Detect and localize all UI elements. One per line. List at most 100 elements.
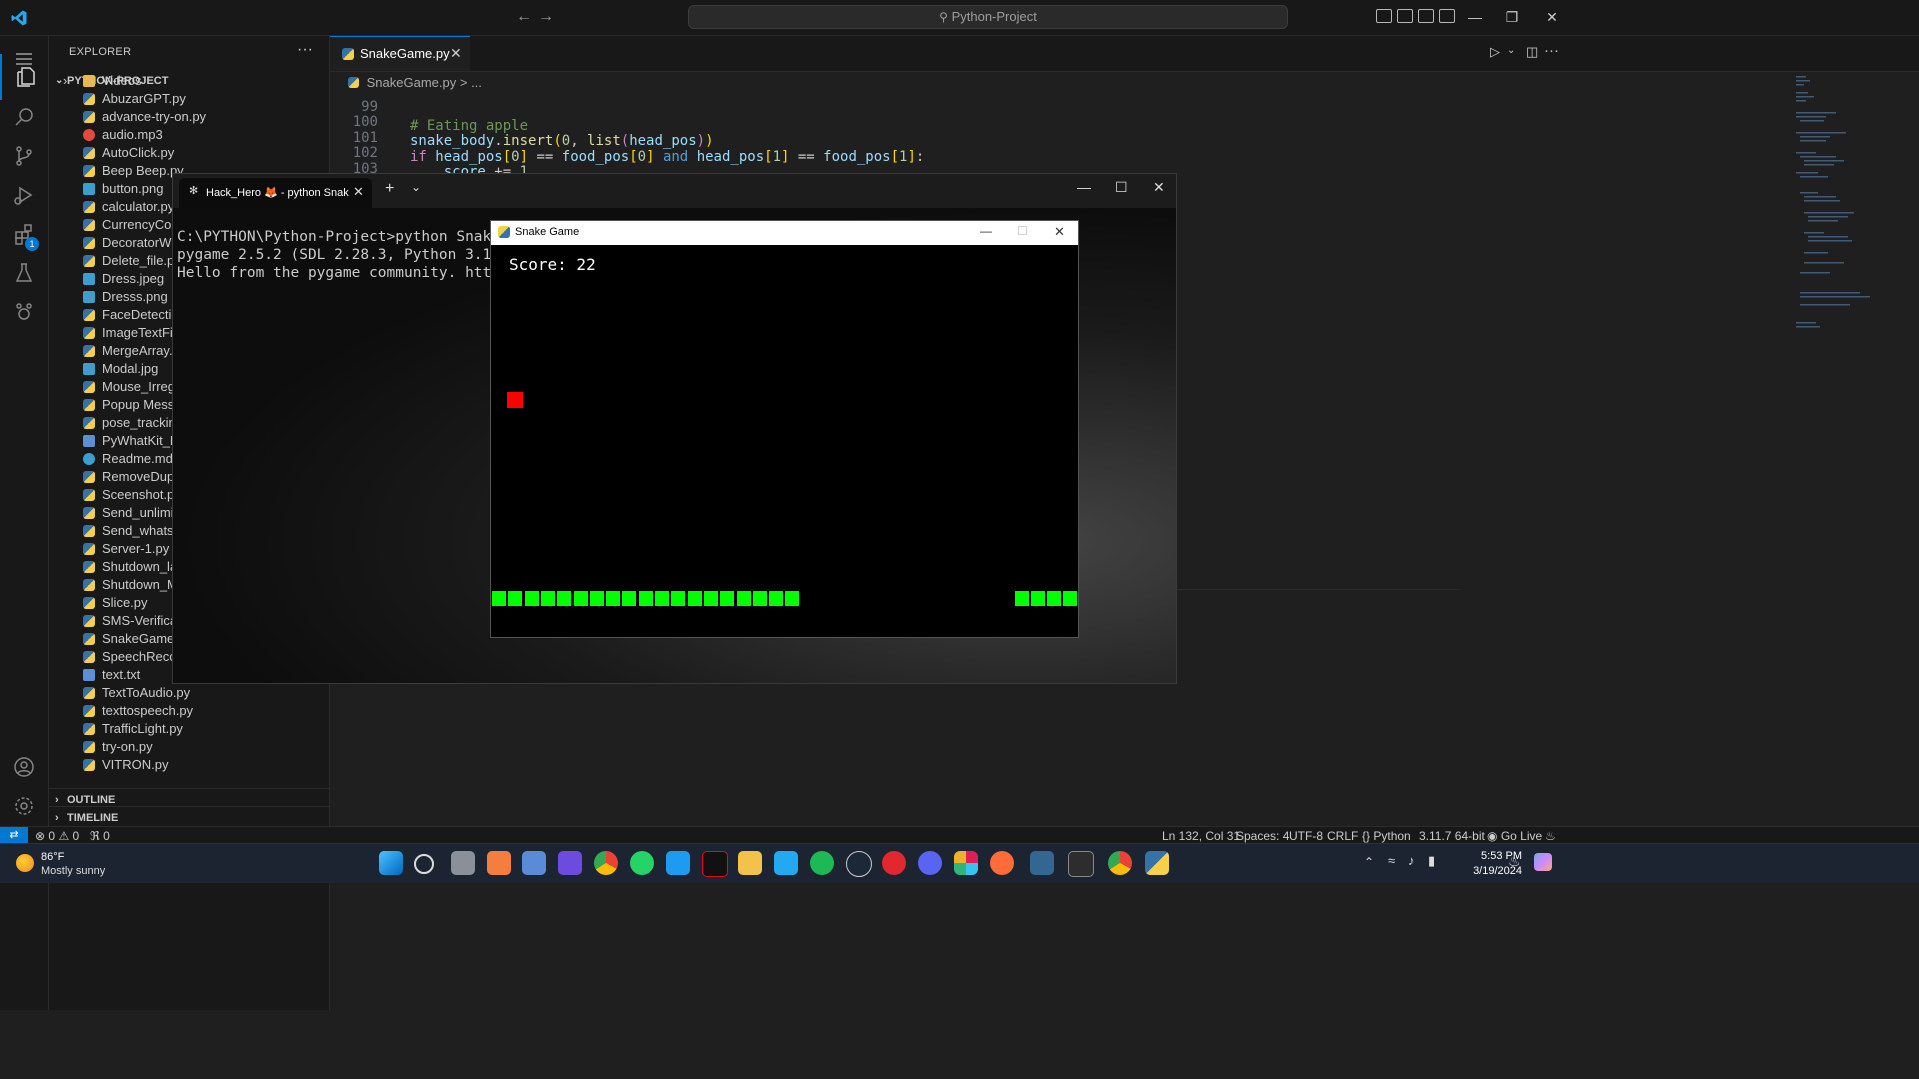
python-taskbar-icon[interactable] bbox=[1145, 851, 1169, 875]
terminal-taskbar-icon[interactable] bbox=[1068, 851, 1094, 877]
xampp-icon[interactable] bbox=[487, 851, 511, 875]
code-area[interactable]: 99 # Eating apple 100 snake_body.insert(… bbox=[330, 94, 1470, 210]
python-interpreter[interactable]: 3.11.7 64-bit bbox=[1419, 828, 1485, 844]
settings-gear-icon[interactable] bbox=[0, 783, 48, 829]
img-file-icon bbox=[83, 183, 95, 195]
new-tab-icon[interactable]: + bbox=[385, 180, 394, 198]
remote-explorer-icon[interactable] bbox=[0, 289, 48, 335]
error-icon: ⊗ bbox=[35, 829, 46, 843]
battery-icon[interactable]: ▮ bbox=[1428, 853, 1435, 869]
cursor-position[interactable]: Ln 132, Col 31 bbox=[1162, 828, 1240, 844]
game-canvas[interactable]: Score: 22 bbox=[491, 245, 1078, 637]
warning-count: 0 bbox=[72, 829, 80, 843]
run-python-icon[interactable]: ▷ bbox=[1490, 44, 1500, 60]
minimap[interactable] bbox=[1790, 72, 1910, 372]
py-file-icon bbox=[83, 399, 95, 411]
py-file-icon bbox=[83, 759, 95, 771]
snake-segment bbox=[508, 591, 523, 606]
chrome-icon[interactable] bbox=[594, 851, 618, 875]
netflix-icon[interactable] bbox=[702, 851, 728, 877]
minimize-button[interactable]: — bbox=[1077, 179, 1091, 195]
search-icon[interactable] bbox=[414, 854, 434, 874]
start-button-icon[interactable] bbox=[379, 851, 403, 875]
braces-icon: {} bbox=[1362, 829, 1371, 843]
postman-icon[interactable] bbox=[990, 851, 1014, 875]
copilot-icon[interactable] bbox=[1534, 853, 1552, 871]
tab-snakegame[interactable]: SnakeGame.py ✕ bbox=[330, 36, 470, 71]
py-file-icon bbox=[83, 327, 95, 339]
command-center-text: Python-Project bbox=[951, 9, 1037, 24]
snake-body bbox=[491, 245, 1078, 637]
snake-segment bbox=[720, 591, 735, 606]
py-file-icon bbox=[83, 741, 95, 753]
snake-segment bbox=[703, 591, 718, 606]
terminal-tab[interactable]: ✻ Hack_Hero 🦊 - python Snak ✕ bbox=[179, 178, 372, 208]
file-tree-item[interactable]: VITRON.py bbox=[49, 754, 329, 776]
txt-file-icon bbox=[83, 669, 95, 681]
more-actions-icon[interactable]: ··· bbox=[1544, 42, 1559, 59]
postgresql-icon[interactable] bbox=[1030, 851, 1054, 875]
problems-indicator[interactable]: ⊗ 0 ⚠ 0 bbox=[35, 828, 79, 844]
indentation[interactable]: Spaces: 4 bbox=[1236, 828, 1289, 844]
weather-description[interactable]: Mostly sunny bbox=[41, 865, 105, 877]
snake-segment bbox=[606, 591, 621, 606]
snake-segment bbox=[769, 591, 784, 606]
show-hidden-icons-chevron-icon[interactable]: ⌃ bbox=[1364, 855, 1374, 869]
close-button[interactable]: ✕ bbox=[1153, 179, 1165, 196]
wifi-icon[interactable]: ≈ bbox=[1388, 853, 1395, 868]
status-bar: ⇄ ⊗ 0 ⚠ 0 ℜ 0 Ln 132, Col 31 Spaces: 4 U… bbox=[0, 826, 1919, 844]
minimize-button[interactable]: — bbox=[1455, 5, 1495, 29]
notifications-bell-icon[interactable]: ♨ bbox=[1545, 828, 1556, 844]
snake-game-titlebar: Snake Game — ☐ ✕ bbox=[491, 221, 1078, 245]
terminal-tab-title: Hack_Hero 🦊 - python Snak bbox=[206, 187, 349, 199]
anydesk-icon[interactable] bbox=[882, 851, 906, 875]
close-button[interactable]: ✕ bbox=[1532, 5, 1572, 29]
whatsapp-icon[interactable] bbox=[630, 851, 654, 875]
customize-layout-icon[interactable] bbox=[1439, 9, 1455, 23]
twitter-icon[interactable] bbox=[666, 851, 690, 875]
vscode-taskbar-icon[interactable] bbox=[774, 851, 798, 875]
toggle-secondary-sidebar-icon[interactable] bbox=[1418, 9, 1434, 23]
img-file-icon bbox=[83, 363, 95, 375]
slack-icon[interactable] bbox=[954, 851, 978, 875]
encoding[interactable]: UTF-8 bbox=[1289, 828, 1323, 844]
warning-icon: ⚠ bbox=[58, 829, 70, 843]
maximize-button[interactable]: ☐ bbox=[1115, 179, 1128, 196]
chrome-icon[interactable] bbox=[1108, 851, 1132, 875]
steam-icon[interactable] bbox=[846, 851, 872, 877]
forward-arrow-icon[interactable]: → bbox=[538, 8, 554, 26]
toggle-primary-sidebar-icon[interactable] bbox=[1376, 9, 1392, 23]
restore-button[interactable]: ❐ bbox=[1492, 5, 1532, 29]
volume-icon[interactable]: ♪ bbox=[1408, 853, 1415, 868]
remote-indicator-icon[interactable]: ⇄ bbox=[0, 827, 28, 844]
weather-temperature[interactable]: 86°F bbox=[41, 851, 64, 863]
minimize-button[interactable]: — bbox=[980, 224, 992, 238]
terminal-line: pygame 2.5.2 (SDL 2.28.3, Python 3.11.7) bbox=[177, 247, 527, 263]
file-explorer-icon[interactable] bbox=[738, 851, 762, 875]
task-view-icon[interactable] bbox=[451, 851, 475, 875]
close-tab-icon[interactable]: ✕ bbox=[450, 45, 462, 62]
weather-sun-icon[interactable] bbox=[16, 854, 34, 872]
discord-icon[interactable] bbox=[918, 851, 942, 875]
toggle-panel-icon[interactable] bbox=[1397, 9, 1413, 23]
close-tab-icon[interactable]: ✕ bbox=[353, 184, 364, 200]
py-file-icon bbox=[83, 471, 95, 483]
img-file-icon bbox=[83, 273, 95, 285]
language-mode[interactable]: {} Python bbox=[1362, 828, 1411, 844]
go-live-button[interactable]: ◉ Go Live bbox=[1487, 828, 1542, 844]
snake-game-window[interactable]: Snake Game — ☐ ✕ Score: 22 bbox=[490, 220, 1079, 638]
command-center-search[interactable]: ⚲ Python-Project bbox=[688, 5, 1288, 29]
run-dropdown-icon[interactable]: ⌄ bbox=[1507, 45, 1515, 56]
ports-indicator[interactable]: ℜ 0 bbox=[90, 828, 110, 844]
split-editor-icon[interactable]: ◫ bbox=[1526, 44, 1538, 60]
close-button[interactable]: ✕ bbox=[1054, 224, 1065, 240]
spotify-icon[interactable] bbox=[810, 851, 834, 875]
dropdown-chevron-icon[interactable]: ⌄ bbox=[411, 180, 421, 194]
power-automate-icon[interactable] bbox=[558, 851, 582, 875]
vscode-logo-icon[interactable] bbox=[10, 9, 28, 27]
notification-bell-icon[interactable]: ♨ bbox=[1508, 853, 1521, 870]
back-arrow-icon[interactable]: ← bbox=[516, 8, 532, 26]
more-actions-icon[interactable]: ··· bbox=[297, 41, 313, 59]
widgets-app-icon[interactable] bbox=[522, 851, 546, 875]
line-ending[interactable]: CRLF bbox=[1327, 828, 1358, 844]
